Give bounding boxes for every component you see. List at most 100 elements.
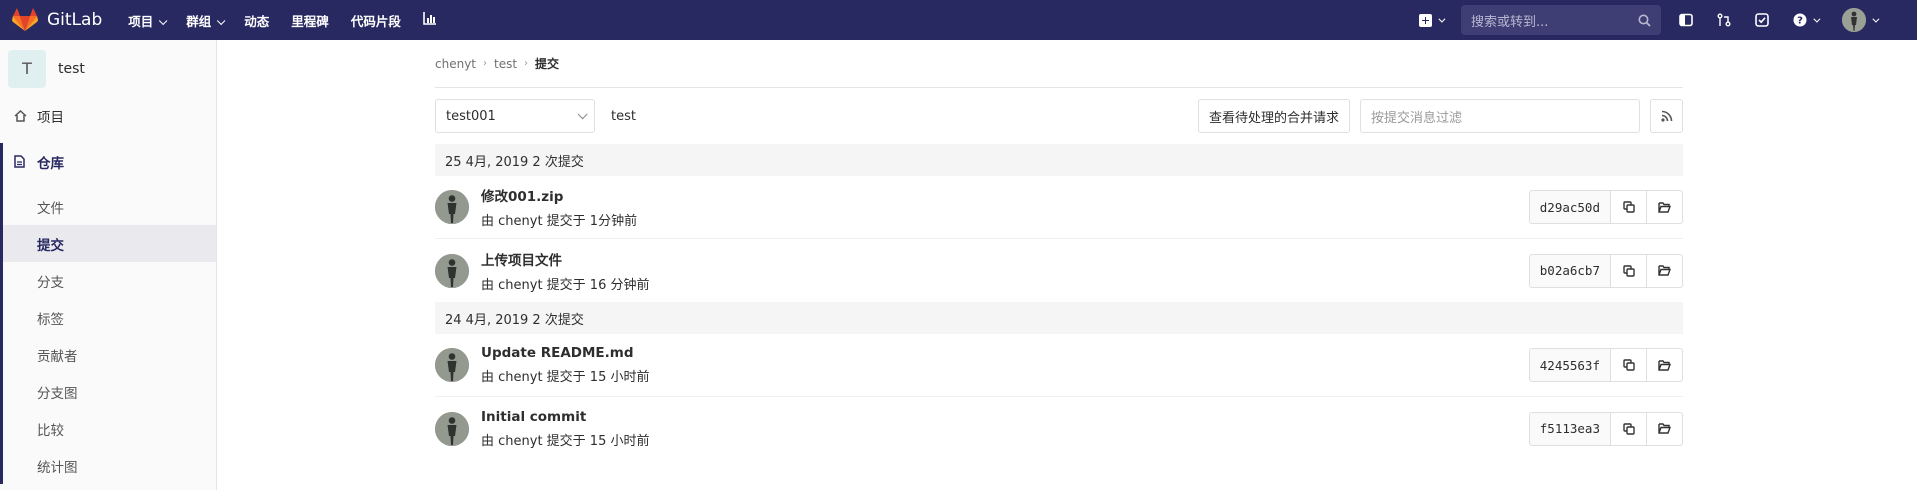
todo-icon[interactable]: [1755, 13, 1769, 27]
sidebar-item-contributors[interactable]: 贡献者: [3, 336, 216, 373]
commit-title[interactable]: Initial commit: [481, 409, 1529, 425]
gitlab-logo-icon: [12, 8, 38, 31]
chevron-down-icon: [1872, 15, 1880, 23]
sidebar-item-graph[interactable]: 分支图: [3, 373, 216, 410]
project-avatar: T: [8, 49, 46, 88]
merge-request-icon[interactable]: [1717, 13, 1731, 27]
copy-sha-button[interactable]: [1611, 253, 1647, 288]
breadcrumb-link[interactable]: test: [494, 57, 517, 71]
sidebar-item-commits[interactable]: 提交: [3, 225, 216, 262]
plus-icon: [1419, 13, 1432, 27]
commit-row: 修改001.zip 由 chenyt 提交于 1分钟前 d29ac50d: [435, 176, 1683, 239]
author-avatar[interactable]: [435, 190, 469, 224]
author-avatar[interactable]: [435, 348, 469, 382]
sidebar-item-label: 项目: [37, 109, 64, 126]
top-navbar: GitLab 项目 群组 动态 里程碑 代码片段 搜索或转到... ?: [0, 0, 1917, 40]
author-avatar[interactable]: [435, 253, 469, 288]
user-avatar: [1842, 8, 1866, 32]
nav-groups[interactable]: 群组: [186, 11, 222, 30]
help-icon[interactable]: ?: [1793, 13, 1821, 27]
sidebar-item-files[interactable]: 文件: [3, 188, 216, 225]
sidebar-toggle-icon[interactable]: [1679, 13, 1693, 27]
commit-sha-button[interactable]: f5113ea3: [1528, 411, 1611, 446]
copy-icon: [1622, 264, 1635, 277]
search-input[interactable]: 搜索或转到...: [1461, 5, 1661, 35]
commit-sha-button[interactable]: d29ac50d: [1528, 190, 1611, 224]
sidebar-item-branches[interactable]: 分支: [3, 262, 216, 299]
commit-sha-button[interactable]: 4245563f: [1528, 348, 1611, 382]
author-avatar[interactable]: [435, 411, 469, 446]
sidebar-section-repository: 仓库 文件 提交 分支 标签 贡献者 分支图 比较 统计图: [0, 143, 216, 484]
user-menu[interactable]: [1842, 8, 1880, 32]
sidebar-project-header[interactable]: T test: [0, 40, 216, 97]
commit-row: Initial commit 由 chenyt 提交于 15 小时前 f5113…: [435, 397, 1683, 460]
copy-sha-button[interactable]: [1611, 411, 1647, 446]
project-sidebar: T test 项目 仓库 文件 提交 分支 标签 贡献者 分支图 比较 统计图: [0, 40, 217, 490]
commit-filter-input[interactable]: 按提交消息过滤: [1360, 99, 1640, 133]
search-icon: [1638, 14, 1651, 27]
nav-projects[interactable]: 项目: [128, 11, 164, 30]
breadcrumb-separator-icon: ›: [524, 58, 529, 69]
folder-open-icon: [1658, 359, 1671, 371]
view-open-merge-requests-button[interactable]: 查看待处理的合并请求: [1197, 99, 1350, 133]
main-content: chenyt › test › 提交 test001 test 查看待处理的合并…: [435, 40, 1683, 460]
chart-icon[interactable]: [423, 12, 437, 28]
commit-title[interactable]: 上传项目文件: [481, 249, 1529, 269]
folder-open-icon: [1658, 201, 1671, 213]
sidebar-item-project[interactable]: 项目: [0, 97, 216, 134]
nav-activity[interactable]: 动态: [244, 11, 269, 30]
search-placeholder: 搜索或转到...: [1471, 14, 1549, 30]
gitlab-home-link[interactable]: GitLab: [12, 8, 102, 32]
commit-title[interactable]: Update README.md: [481, 345, 1529, 361]
folder-open-icon: [1658, 265, 1671, 276]
copy-sha-button[interactable]: [1611, 190, 1647, 224]
commit-group: Update README.md 由 chenyt 提交于 15 小时前 424…: [435, 334, 1683, 460]
browse-files-button[interactable]: [1647, 348, 1683, 382]
commit-meta: 由 chenyt 提交于 15 小时前: [481, 433, 650, 449]
branch-select[interactable]: test001: [435, 99, 595, 133]
copy-icon: [1622, 422, 1635, 435]
nav-milestones[interactable]: 里程碑: [291, 11, 329, 30]
project-name: test: [58, 60, 85, 77]
sidebar-item-label: 仓库: [37, 155, 64, 172]
commit-group: 修改001.zip 由 chenyt 提交于 1分钟前 d29ac50d 上传项…: [435, 176, 1683, 302]
chevron-down-icon: [1813, 15, 1821, 23]
nav-snippets[interactable]: 代码片段: [351, 11, 401, 30]
browse-files-button[interactable]: [1647, 411, 1683, 446]
breadcrumb: chenyt › test › 提交: [435, 40, 1683, 88]
scrollbar[interactable]: [1902, 40, 1917, 490]
breadcrumb-current[interactable]: 提交: [535, 55, 559, 72]
rss-icon: [1660, 110, 1672, 122]
commit-row: Update README.md 由 chenyt 提交于 15 小时前 424…: [435, 334, 1683, 397]
commit-meta: 由 chenyt 提交于 16 分钟前: [481, 277, 650, 293]
main-nav: 项目 群组 动态 里程碑 代码片段: [128, 11, 437, 30]
commit-sha-button[interactable]: b02a6cb7: [1528, 253, 1611, 288]
rss-button[interactable]: [1650, 99, 1683, 133]
copy-icon: [1622, 359, 1635, 371]
brand-name: GitLab: [47, 10, 103, 30]
browse-files-button[interactable]: [1647, 253, 1683, 288]
commit-day-header: 24 4月, 2019 2 次提交: [435, 302, 1683, 334]
chevron-down-icon: [577, 108, 588, 119]
commit-day-header: 25 4月, 2019 2 次提交: [435, 144, 1683, 176]
commit-row: 上传项目文件 由 chenyt 提交于 16 分钟前 b02a6cb7: [435, 239, 1683, 302]
sidebar-item-repository[interactable]: 仓库: [3, 143, 216, 180]
branch-select-value: test001: [446, 108, 496, 124]
breadcrumb-link[interactable]: chenyt: [435, 57, 476, 71]
copy-icon: [1622, 201, 1635, 213]
breadcrumb-separator-icon: ›: [483, 58, 487, 69]
path-label: test: [611, 108, 636, 124]
sidebar-item-tags[interactable]: 标签: [3, 299, 216, 336]
home-icon: [14, 109, 28, 122]
new-dropdown-button[interactable]: [1419, 13, 1446, 27]
sidebar-item-charts[interactable]: 统计图: [3, 447, 216, 484]
commit-meta: 由 chenyt 提交于 1分钟前: [481, 214, 638, 229]
svg-text:?: ?: [1797, 16, 1803, 27]
copy-sha-button[interactable]: [1611, 348, 1647, 382]
commit-meta: 由 chenyt 提交于 15 小时前: [481, 370, 650, 385]
sidebar-item-compare[interactable]: 比较: [3, 410, 216, 447]
commit-title[interactable]: 修改001.zip: [481, 185, 1529, 205]
browse-files-button[interactable]: [1647, 190, 1683, 224]
commits-controls: test001 test 查看待处理的合并请求 按提交消息过滤: [435, 88, 1683, 144]
folder-open-icon: [1658, 423, 1671, 434]
